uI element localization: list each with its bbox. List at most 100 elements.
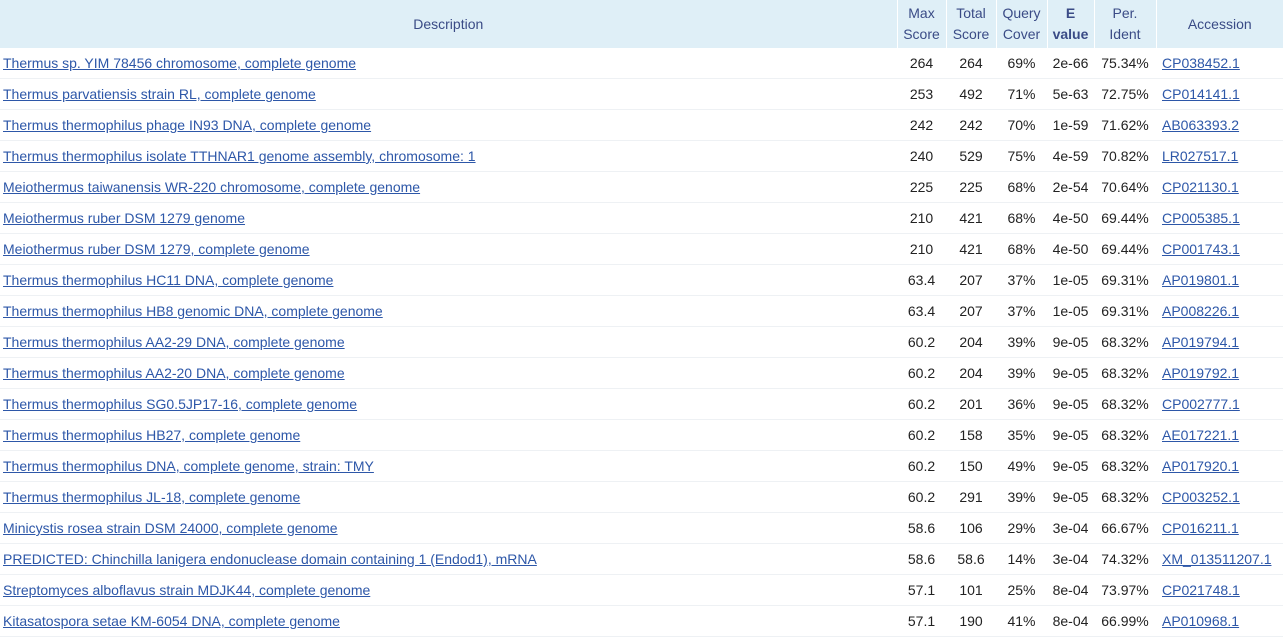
header-e-value[interactable]: Evalue — [1046, 0, 1094, 48]
header-query-cover[interactable]: Query Cover — [995, 0, 1047, 48]
per-ident-cell: 69.44% — [1094, 202, 1156, 234]
accession-link[interactable]: AP019792.1 — [1162, 365, 1239, 381]
description-link[interactable]: Thermus parvatiensis strain RL, complete… — [3, 86, 316, 102]
table-row: Kitasatospora setae KM-6054 DNA, complet… — [0, 605, 1283, 637]
header-accession[interactable]: Accession — [1155, 0, 1283, 48]
accession-cell: AE017221.1 — [1156, 419, 1283, 451]
max-score-cell: 60.2 — [897, 419, 946, 451]
description-cell: Minicystis rosea strain DSM 24000, compl… — [0, 512, 897, 544]
description-cell: PREDICTED: Chinchilla lanigera endonucle… — [0, 543, 897, 575]
accession-link[interactable]: AP017920.1 — [1162, 458, 1239, 474]
per-ident-cell: 68.32% — [1094, 481, 1156, 513]
accession-link[interactable]: CP038452.1 — [1162, 55, 1240, 71]
e-value-cell: 5e-63 — [1047, 78, 1094, 110]
description-link[interactable]: Thermus thermophilus DNA, complete genom… — [3, 458, 374, 474]
accession-link[interactable]: LR027517.1 — [1162, 148, 1238, 164]
max-score-cell: 253 — [897, 78, 946, 110]
description-link[interactable]: Thermus thermophilus JL-18, complete gen… — [3, 489, 300, 505]
description-link[interactable]: Thermus thermophilus HB8 genomic DNA, co… — [3, 303, 383, 319]
accession-link[interactable]: CP005385.1 — [1162, 210, 1240, 226]
total-score-cell: 201 — [946, 388, 996, 420]
header-description[interactable]: Description — [0, 0, 897, 48]
accession-link[interactable]: XM_013511207.1 — [1162, 551, 1272, 567]
accession-link[interactable]: CP021748.1 — [1162, 582, 1240, 598]
accession-cell: CP014141.1 — [1156, 78, 1283, 110]
max-score-cell: 60.2 — [897, 326, 946, 358]
header-description-label: Description — [413, 15, 484, 32]
per-ident-cell: 68.32% — [1094, 388, 1156, 420]
description-link[interactable]: Thermus sp. YIM 78456 chromosome, comple… — [3, 55, 356, 71]
total-score-cell: 242 — [946, 109, 996, 141]
accession-cell: CP005385.1 — [1156, 202, 1283, 234]
total-score-cell: 150 — [946, 450, 996, 482]
header-e-value-line2: value — [1052, 26, 1089, 42]
accession-link[interactable]: AP019801.1 — [1162, 272, 1239, 288]
per-ident-cell: 66.99% — [1094, 605, 1156, 637]
accession-link[interactable]: CP014141.1 — [1162, 86, 1240, 102]
description-link[interactable]: Meiothermus ruber DSM 1279 genome — [3, 210, 245, 226]
accession-link[interactable]: CP021130.1 — [1162, 179, 1239, 195]
description-link[interactable]: Minicystis rosea strain DSM 24000, compl… — [3, 520, 338, 536]
accession-link[interactable]: AB063393.2 — [1162, 117, 1239, 133]
accession-cell: AP019794.1 — [1156, 326, 1283, 358]
e-value-cell: 9e-05 — [1047, 481, 1094, 513]
accession-cell: CP021748.1 — [1156, 574, 1283, 606]
accession-link[interactable]: AP008226.1 — [1162, 303, 1239, 319]
description-link[interactable]: Meiothermus taiwanensis WR-220 chromosom… — [3, 179, 420, 195]
per-ident-cell: 73.97% — [1094, 574, 1156, 606]
query-cover-cell: 29% — [996, 512, 1047, 544]
query-cover-cell: 41% — [996, 605, 1047, 637]
description-link[interactable]: Thermus thermophilus phage IN93 DNA, com… — [3, 117, 371, 133]
table-row: Streptomyces alboflavus strain MDJK44, c… — [0, 574, 1283, 606]
description-link[interactable]: Thermus thermophilus AA2-29 DNA, complet… — [3, 334, 345, 350]
description-cell: Thermus thermophilus isolate TTHNAR1 gen… — [0, 140, 897, 172]
header-total-score-line1: Total — [956, 5, 986, 21]
description-link[interactable]: Kitasatospora setae KM-6054 DNA, complet… — [3, 613, 340, 629]
description-cell: Kitasatospora setae KM-6054 DNA, complet… — [0, 605, 897, 637]
accession-link[interactable]: CP001743.1 — [1162, 241, 1240, 257]
max-score-cell: 210 — [897, 202, 946, 234]
e-value-cell: 1e-05 — [1047, 295, 1094, 327]
per-ident-cell: 68.32% — [1094, 357, 1156, 389]
per-ident-cell: 71.62% — [1094, 109, 1156, 141]
query-cover-cell: 36% — [996, 388, 1047, 420]
e-value-cell: 8e-04 — [1047, 574, 1094, 606]
total-score-cell: 204 — [946, 357, 996, 389]
description-link[interactable]: Thermus thermophilus HB27, complete geno… — [3, 427, 300, 443]
accession-link[interactable]: CP002777.1 — [1162, 396, 1240, 412]
accession-link[interactable]: AP019794.1 — [1162, 334, 1239, 350]
query-cover-cell: 68% — [996, 202, 1047, 234]
description-link[interactable]: Thermus thermophilus isolate TTHNAR1 gen… — [3, 148, 476, 164]
query-cover-cell: 69% — [996, 48, 1047, 79]
description-cell: Thermus thermophilus DNA, complete genom… — [0, 450, 897, 482]
accession-link[interactable]: CP016211.1 — [1162, 520, 1239, 536]
accession-link[interactable]: AE017221.1 — [1162, 427, 1239, 443]
header-total-score[interactable]: Total Score — [945, 0, 996, 48]
table-row: Thermus sp. YIM 78456 chromosome, comple… — [0, 48, 1283, 79]
header-per-ident[interactable]: Per. Ident — [1093, 0, 1156, 48]
table-row: Thermus thermophilus phage IN93 DNA, com… — [0, 109, 1283, 141]
query-cover-cell: 25% — [996, 574, 1047, 606]
header-max-score[interactable]: Max Score — [896, 0, 946, 48]
e-value-cell: 2e-66 — [1047, 48, 1094, 79]
accession-link[interactable]: AP010968.1 — [1162, 613, 1239, 629]
description-link[interactable]: Thermus thermophilus HC11 DNA, complete … — [3, 272, 333, 288]
e-value-cell: 1e-05 — [1047, 264, 1094, 296]
max-score-cell: 63.4 — [897, 264, 946, 296]
table-row: Thermus thermophilus DNA, complete genom… — [0, 450, 1283, 482]
e-value-cell: 9e-05 — [1047, 450, 1094, 482]
max-score-cell: 264 — [897, 48, 946, 79]
table-row: Meiothermus taiwanensis WR-220 chromosom… — [0, 171, 1283, 203]
description-link[interactable]: Meiothermus ruber DSM 1279, complete gen… — [3, 241, 310, 257]
query-cover-cell: 39% — [996, 357, 1047, 389]
e-value-cell: 2e-54 — [1047, 171, 1094, 203]
description-link[interactable]: Thermus thermophilus AA2-20 DNA, complet… — [3, 365, 345, 381]
description-link[interactable]: Streptomyces alboflavus strain MDJK44, c… — [3, 582, 370, 598]
query-cover-cell: 68% — [996, 233, 1047, 265]
accession-link[interactable]: CP003252.1 — [1162, 489, 1240, 505]
per-ident-cell: 69.31% — [1094, 295, 1156, 327]
description-link[interactable]: Thermus thermophilus SG0.5JP17-16, compl… — [3, 396, 357, 412]
results-table-header: Description Max Score Total Score Query Cov… — [0, 0, 1283, 48]
table-row: Meiothermus ruber DSM 1279, complete gen… — [0, 233, 1283, 265]
description-link[interactable]: PREDICTED: Chinchilla lanigera endonucle… — [3, 551, 537, 567]
